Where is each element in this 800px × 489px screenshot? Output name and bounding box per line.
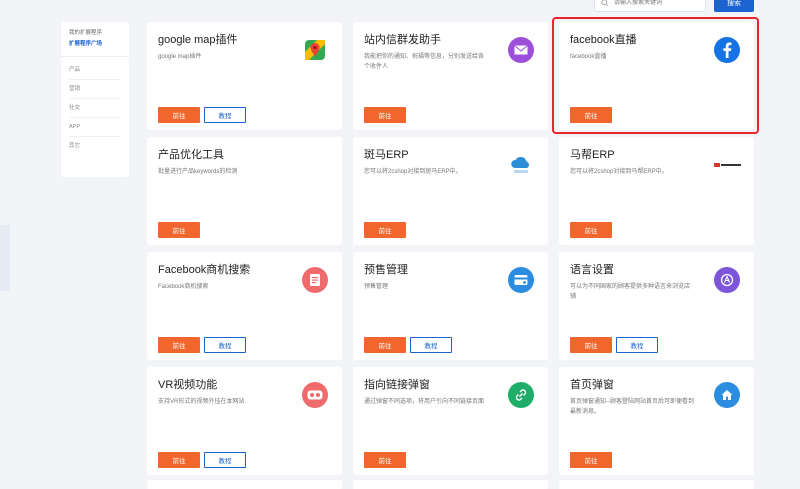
tutorial-button[interactable]: 教程 bbox=[616, 337, 658, 353]
sidebar-item-app[interactable]: APP bbox=[69, 118, 121, 137]
vr-icon bbox=[302, 382, 328, 408]
cloud-icon bbox=[508, 152, 534, 178]
card-google-map: google map插件 google map插件 前往 教程 bbox=[147, 22, 342, 130]
go-button[interactable]: 前往 bbox=[570, 452, 612, 468]
card-desc: 我能把你的通知、祝福等信息，分别发送给各个收件人 bbox=[364, 54, 485, 70]
sidebar-item-social[interactable]: 社交 bbox=[69, 99, 121, 118]
presale-icon bbox=[508, 267, 534, 293]
search-button[interactable]: 搜索 bbox=[714, 0, 754, 12]
card-desc: 您可以将2cshop对接到斑马ERP中。 bbox=[364, 169, 462, 175]
card-desc: Facebook商机搜索 bbox=[158, 284, 209, 290]
card-mabang-erp: 马帮ERP 您可以将2cshop对接到马帮ERP中。 前往 bbox=[559, 137, 754, 245]
card-home-popup: 首页弹窗 首页弹窗通知--顾客登陆网站首页后可即便看到最新消息。 前往 bbox=[559, 367, 754, 475]
document-icon bbox=[302, 267, 328, 293]
mail-icon bbox=[508, 37, 534, 63]
card-desc: 您可以将2cshop对接到马帮ERP中。 bbox=[570, 169, 668, 175]
tutorial-button[interactable]: 教程 bbox=[204, 107, 246, 123]
card-language: 语言设置 可以为不同国家的顾客提供多种语言来浏览店铺 前往 教程 bbox=[559, 252, 754, 360]
go-button[interactable]: 前往 bbox=[570, 337, 612, 353]
highlight-box bbox=[552, 17, 759, 134]
go-button[interactable]: 前往 bbox=[364, 107, 406, 123]
card-desc: 预售管理 bbox=[364, 284, 389, 290]
tutorial-button[interactable]: 教程 bbox=[410, 337, 452, 353]
card-desc: 首页弹窗通知--顾客登陆网站首页后可即便看到最新消息。 bbox=[570, 399, 694, 415]
card-vr-video: VR视频功能 支持VR形式的视频外挂在本网站 前往 教程 bbox=[147, 367, 342, 475]
sidebar-item-extension-plaza[interactable]: 扩展程序广场 bbox=[69, 39, 121, 50]
card-partial bbox=[147, 480, 342, 489]
link-icon bbox=[508, 382, 534, 408]
card-presale: 预售管理 预售管理 前往 教程 bbox=[353, 252, 548, 360]
sidebar-item-my-extensions[interactable]: 我的扩展程序 bbox=[69, 28, 121, 39]
card-partial bbox=[559, 480, 754, 489]
go-button[interactable]: 前往 bbox=[158, 452, 200, 468]
home-icon bbox=[714, 382, 740, 408]
go-button[interactable]: 前往 bbox=[364, 222, 406, 238]
sidebar-item-marketing[interactable]: 营销 bbox=[69, 80, 121, 99]
card-desc: google map插件 bbox=[158, 54, 202, 60]
mabang-logo bbox=[714, 152, 742, 178]
card-facebook-search: Facebook商机搜索 Facebook商机搜索 前往 教程 bbox=[147, 252, 342, 360]
tutorial-button[interactable]: 教程 bbox=[204, 452, 246, 468]
go-button[interactable]: 前往 bbox=[570, 222, 612, 238]
card-title: 产品优化工具 bbox=[158, 149, 224, 161]
google-maps-icon bbox=[302, 37, 328, 63]
sidebar-item-products[interactable]: 产品 bbox=[69, 61, 121, 80]
sidebar: 我的扩展程序 扩展程序广场 产品 营销 社交 APP 其它 bbox=[61, 22, 129, 177]
go-button[interactable]: 前往 bbox=[364, 452, 406, 468]
card-partial bbox=[353, 480, 548, 489]
left-edge-panel bbox=[0, 225, 10, 291]
card-zebra-erp: 斑马ERP 您可以将2cshop对接到斑马ERP中。 前往 bbox=[353, 137, 548, 245]
card-product-optimizer: 产品优化工具 批量进行产品keywords的检测 前往 bbox=[147, 137, 342, 245]
search-field[interactable] bbox=[594, 0, 706, 12]
go-button[interactable]: 前往 bbox=[158, 222, 200, 238]
search-input[interactable] bbox=[614, 0, 694, 6]
go-button[interactable]: 前往 bbox=[364, 337, 406, 353]
language-icon bbox=[714, 267, 740, 293]
search-icon bbox=[601, 0, 609, 7]
go-button[interactable]: 前往 bbox=[158, 337, 200, 353]
tutorial-button[interactable]: 教程 bbox=[204, 337, 246, 353]
card-desc: 通过弹窗不同选项，将用户引向不同链接页面 bbox=[364, 399, 485, 405]
card-link-popup: 指向链接弹窗 通过弹窗不同选项，将用户引向不同链接页面 前往 bbox=[353, 367, 548, 475]
card-desc: 可以为不同国家的顾客提供多种语言来浏览店铺 bbox=[570, 284, 691, 300]
go-button[interactable]: 前往 bbox=[158, 107, 200, 123]
card-desc: 支持VR形式的视频外挂在本网站 bbox=[158, 399, 245, 405]
sidebar-item-other[interactable]: 其它 bbox=[69, 137, 121, 156]
card-mass-mail: 站内信群发助手 我能把你的通知、祝福等信息，分别发送给各个收件人 前往 bbox=[353, 22, 548, 130]
search-bar: 搜索 bbox=[594, 0, 754, 12]
card-desc: 批量进行产品keywords的检测 bbox=[158, 169, 238, 175]
